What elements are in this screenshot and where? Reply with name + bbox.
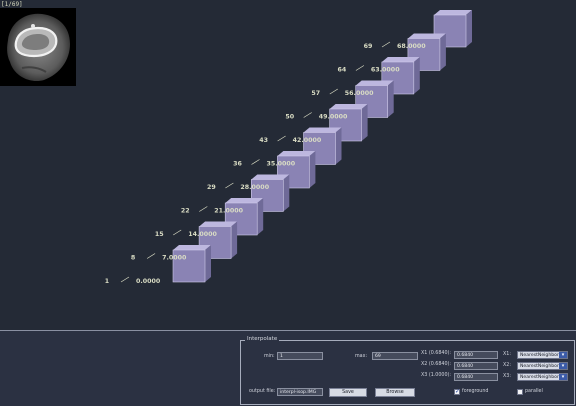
slice-leader-line (381, 41, 391, 48)
slice-counter: [1/69] (1, 1, 23, 8)
method-x3-value: NearestNeighbor (520, 375, 559, 380)
slice-plane-side (335, 127, 342, 165)
slice-position-label: 14.0000 (188, 231, 217, 238)
slice-plane-top (277, 151, 316, 156)
x1-input[interactable]: 0.6840 (454, 351, 498, 359)
slice-leader-line (251, 159, 260, 165)
slice-index-label: 69 (364, 43, 373, 50)
slice-plane-side (205, 245, 211, 282)
slice-plane-top (251, 174, 290, 180)
slice-leader-line (329, 88, 338, 95)
interpolate-group-title: Interpolate (245, 336, 280, 342)
slice-plane-side (439, 33, 446, 71)
slice-index-label: 29 (207, 184, 216, 191)
slice-plane-top (329, 104, 368, 109)
x1-label: X1 (0.6840): (421, 351, 452, 356)
slice-plane-side (466, 10, 472, 47)
method-x1-select[interactable]: NearestNeighbor ▾ (517, 351, 568, 359)
slice-plane-top (199, 221, 238, 227)
slice-position-label: 68.0000 (397, 43, 426, 50)
slice-position-label: 56.0000 (345, 90, 374, 97)
slice-plane-top (225, 198, 264, 203)
x3-label: X3 (1.0000): (421, 373, 452, 378)
slice-position-label: 0.0000 (136, 278, 161, 285)
method-x2-value: NearestNeighbor (520, 364, 559, 369)
slice-leader-line (277, 135, 286, 142)
slice-leader-line (355, 65, 365, 71)
parallel-label: parallel (525, 389, 543, 394)
slice-position-label: 7.0000 (162, 255, 187, 262)
x2-label: X2 (0.6840): (421, 362, 452, 367)
slice-plane-side (413, 57, 420, 94)
slice-plane-top (173, 245, 211, 250)
slice-plane-top (355, 80, 394, 86)
slice-stack-scene: 1 0.0000 8 7.0000 15 14.0000 22 21.0000 29 28.000… (105, 10, 472, 285)
x2-input[interactable]: 0.6840 (454, 362, 498, 370)
min-label: min: (264, 354, 275, 359)
slice-index-label: 64 (338, 67, 347, 74)
slice-plane-side (387, 80, 394, 118)
interpolate-group: Interpolate min: 1 max: 69 X1 (0.6840): … (240, 336, 575, 405)
min-input[interactable]: 1 (277, 352, 323, 360)
slice-position-label: 35.0000 (267, 161, 296, 168)
slice-plane-side (257, 198, 264, 235)
output-file-input[interactable]: interpl-isop.IMG (277, 388, 323, 396)
max-input[interactable]: 69 (372, 352, 418, 360)
slice-plane-side (283, 174, 290, 212)
slice-position-label: 42.0000 (293, 137, 322, 144)
slice-position-label: 49.0000 (319, 114, 348, 121)
slice-position-label: 28.0000 (240, 184, 269, 191)
volume-viewport[interactable]: 1 0.0000 8 7.0000 15 14.0000 22 21.0000 29 28.000… (0, 0, 576, 330)
slice-plane-top (407, 33, 446, 39)
slice-position-label: 63.0000 (371, 67, 400, 74)
foreground-checkbox[interactable] (454, 388, 460, 395)
method-x2-label: X2: (503, 363, 511, 368)
slice-plane-top (434, 10, 472, 15)
method-x3-label: X3: (503, 374, 511, 379)
slice-leader-line (146, 253, 156, 259)
method-x1-value: NearestNeighbor (520, 353, 559, 358)
knee-ct-image (0, 8, 76, 86)
slice-index-label: 50 (285, 114, 294, 121)
slice-plane-top (381, 57, 420, 62)
slice-leader-line (303, 112, 312, 118)
slice-index-label: 8 (131, 255, 135, 262)
interpolate-panel: Interpolate min: 1 max: 69 X1 (0.6840): … (0, 330, 576, 406)
slice-leader-line (199, 206, 208, 212)
slice-index-label: 57 (311, 90, 320, 97)
chevron-down-icon[interactable]: ▾ (559, 374, 567, 380)
method-x3-select[interactable]: NearestNeighbor ▾ (517, 373, 568, 381)
method-x1-label: X1: (503, 352, 511, 357)
slice-leader-line (120, 276, 130, 283)
slice-plane-side (361, 104, 368, 141)
slice-plane-side (231, 221, 238, 259)
slice-index-label: 1 (105, 278, 109, 285)
ct-slice-thumbnail[interactable] (0, 8, 76, 86)
slice-plane-top (303, 127, 342, 133)
slice-position-label: 21.0000 (214, 208, 243, 215)
slice-index-label: 15 (155, 231, 164, 238)
method-x2-select[interactable]: NearestNeighbor ▾ (517, 362, 568, 370)
x3-input[interactable]: 0.6840 (454, 373, 498, 381)
slice-leader-line (225, 182, 234, 189)
chevron-down-icon[interactable]: ▾ (559, 352, 567, 358)
slice-plane[interactable] (172, 245, 211, 283)
output-file-label: output file: (249, 389, 276, 394)
browse-button[interactable]: Browse (375, 388, 415, 397)
foreground-label: foreground (462, 389, 489, 394)
slice-plane-side (309, 151, 316, 188)
chevron-down-icon[interactable]: ▾ (559, 363, 567, 369)
save-button[interactable]: Save (329, 388, 367, 397)
slice-index-label: 43 (259, 137, 268, 144)
slice-leader-line (173, 229, 182, 236)
parallel-checkbox[interactable] (517, 389, 523, 395)
slice-index-label: 22 (181, 208, 190, 215)
slice-index-label: 36 (233, 161, 242, 168)
max-label: max: (355, 354, 368, 359)
